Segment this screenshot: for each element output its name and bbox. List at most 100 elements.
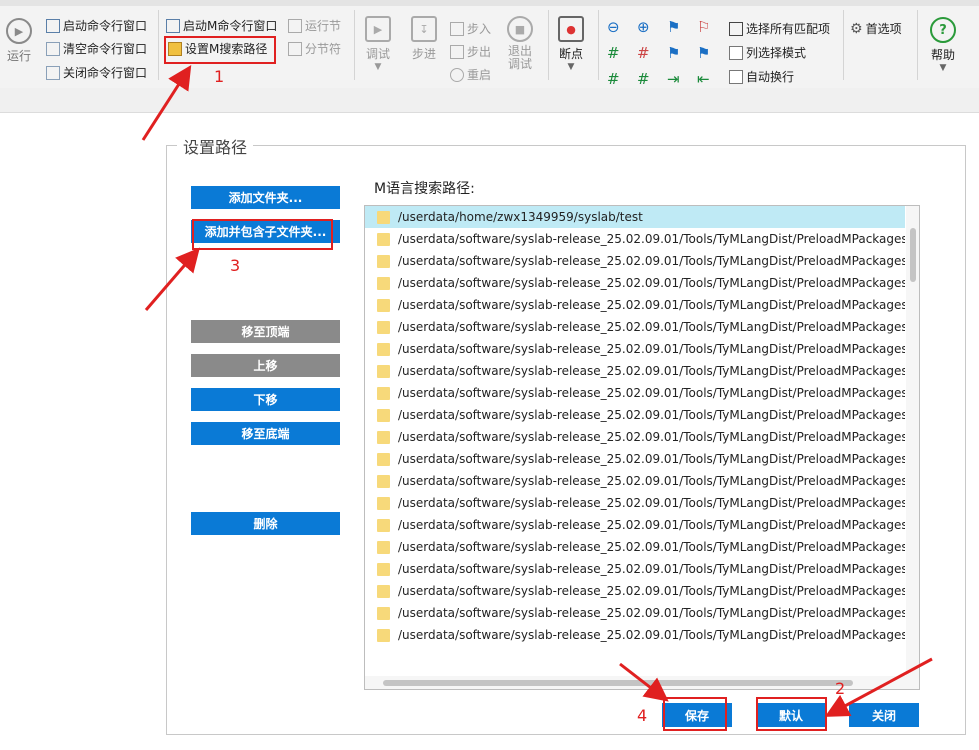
ribbon-separator [843, 10, 844, 80]
path-list-row[interactable]: /userdata/software/syslab-release_25.02.… [365, 580, 905, 602]
step-button[interactable]: ↧ 步进 [411, 16, 437, 62]
move-bottom-button[interactable]: 移至底端 [191, 422, 340, 445]
close-button[interactable]: 关闭 [849, 703, 919, 727]
folder-icon [377, 408, 390, 422]
run-label: 运行 [6, 49, 31, 63]
path-list-row[interactable]: /userdata/software/syslab-release_25.02.… [365, 382, 905, 404]
debug-icon: ▶ [365, 16, 391, 42]
auto-wrap-label: 自动换行 [746, 70, 795, 84]
prev-bookmark-icon[interactable]: ⚑ [667, 44, 697, 62]
folder-icon [377, 342, 390, 356]
close-terminal-icon [46, 65, 60, 80]
debug-button[interactable]: ▶ 调试 ▼ [365, 16, 391, 72]
ribbon-collapsed-band [0, 88, 979, 113]
clear-bookmark-icon[interactable]: ⚐ [697, 18, 727, 36]
preferences-button[interactable]: ⚙ 首选项 [850, 20, 902, 37]
forward-icon[interactable]: ⊕ [637, 18, 667, 36]
help-button[interactable]: ? 帮助 ▼ [930, 17, 956, 73]
path-text: /userdata/software/syslab-release_25.02.… [398, 452, 905, 466]
path-list-row[interactable]: /userdata/software/syslab-release_25.02.… [365, 624, 905, 646]
path-list-row[interactable]: /userdata/software/syslab-release_25.02.… [365, 470, 905, 492]
auto-wrap-checkbox[interactable]: 自动换行 [729, 68, 794, 85]
path-text: /userdata/software/syslab-release_25.02.… [398, 474, 905, 488]
section-break-button[interactable]: 分节符 [288, 40, 341, 57]
terminal-icon [46, 18, 60, 33]
folder-icon [377, 628, 390, 642]
path-text: /userdata/software/syslab-release_25.02.… [398, 320, 905, 334]
move-top-button[interactable]: 移至顶端 [191, 320, 340, 343]
clear-cmd-button[interactable]: 清空命令行窗口 [46, 40, 147, 57]
path-list-row[interactable]: /userdata/software/syslab-release_25.02.… [365, 316, 905, 338]
path-list-row[interactable]: /userdata/software/syslab-release_25.02.… [365, 536, 905, 558]
path-list-row[interactable]: /userdata/home/zwx1349959/syslab/test [365, 206, 905, 228]
run-section-icon [288, 18, 302, 33]
add-folder-button[interactable]: 添加文件夹... [191, 186, 340, 209]
vertical-scrollbar[interactable] [906, 206, 919, 676]
move-down-button[interactable]: 下移 [191, 388, 340, 411]
bookmark-icon[interactable]: ⚑ [667, 18, 697, 36]
search-path-list[interactable]: /userdata/software/syslab-release_25.02.… [364, 205, 920, 690]
step-icon: ↧ [411, 16, 437, 42]
path-list-row[interactable]: /userdata/software/syslab-release_25.02.… [365, 250, 905, 272]
folder-icon [377, 386, 390, 400]
delete-button[interactable]: 删除 [191, 512, 340, 535]
back-icon[interactable]: ⊖ [607, 18, 637, 36]
path-list-row[interactable]: /userdata/software/syslab-release_25.02.… [365, 448, 905, 470]
move-up-button[interactable]: 上移 [191, 354, 340, 377]
breakpoint-icon: ● [558, 16, 584, 42]
folder-icon [377, 320, 390, 334]
column-mode-checkbox[interactable]: 列选择模式 [729, 44, 806, 61]
close-cmd-label: 关闭命令行窗口 [63, 66, 148, 80]
folder-icon [377, 430, 390, 444]
breakpoint-button[interactable]: ● 断点 ▼ [558, 16, 584, 72]
path-list-row[interactable]: /userdata/software/syslab-release_25.02.… [365, 338, 905, 360]
path-list-row[interactable]: /userdata/software/syslab-release_25.02.… [365, 558, 905, 580]
preferences-label: 首选项 [865, 22, 902, 36]
folder-icon [377, 452, 390, 466]
exit-debug-button[interactable]: ■ 退出 调试 [507, 16, 533, 71]
path-list-row[interactable]: /userdata/software/syslab-release_25.02.… [365, 228, 905, 250]
close-cmd-button[interactable]: 关闭命令行窗口 [46, 64, 147, 81]
path-list-row[interactable]: /userdata/software/syslab-release_25.02.… [365, 272, 905, 294]
step-in-icon [450, 21, 464, 36]
checkbox-icon [729, 69, 743, 84]
path-text: /userdata/software/syslab-release_25.02.… [398, 254, 905, 268]
folder-icon [377, 364, 390, 378]
vertical-scroll-thumb[interactable] [910, 228, 916, 282]
path-list-row[interactable]: /userdata/software/syslab-release_25.02.… [365, 492, 905, 514]
select-all-matches-button[interactable]: 选择所有匹配项 [729, 20, 830, 37]
path-list-row[interactable]: /userdata/software/syslab-release_25.02.… [365, 360, 905, 382]
step-in-button[interactable]: 步入 [450, 20, 491, 37]
remove-comment-icon[interactable]: # [637, 70, 667, 88]
help-label: 帮助 [930, 48, 955, 62]
ribbon-separator [158, 10, 159, 80]
start-cmd-button[interactable]: 启动命令行窗口 [46, 17, 147, 34]
restart-button[interactable]: 重启 [450, 66, 491, 83]
horizontal-scroll-thumb[interactable] [383, 680, 853, 686]
navigation-icon-grid: ⊖ ⊕ ⚑ ⚐ # # ⚑ ⚑ # # ⇥ ⇤ [607, 18, 727, 88]
play-icon: ▶ [6, 18, 32, 44]
search-path-label: M语言搜索路径: [374, 181, 475, 197]
chevron-down-icon: ▼ [374, 62, 382, 72]
restart-label: 重启 [467, 68, 492, 82]
path-list-row[interactable]: /userdata/software/syslab-release_25.02.… [365, 404, 905, 426]
toggle-comment-icon[interactable]: # [607, 70, 637, 88]
path-list-row[interactable]: /userdata/software/syslab-release_25.02.… [365, 514, 905, 536]
indent-icon[interactable]: ⇥ [667, 70, 697, 88]
step-out-button[interactable]: 步出 [450, 43, 491, 60]
step-label: 步进 [411, 47, 436, 61]
path-list-row[interactable]: /userdata/software/syslab-release_25.02.… [365, 294, 905, 316]
next-bookmark-icon[interactable]: ⚑ [697, 44, 727, 62]
start-m-cmd-button[interactable]: 启动M命令行窗口 [166, 17, 277, 34]
comment-icon[interactable]: # [607, 44, 637, 62]
path-list-row[interactable]: /userdata/software/syslab-release_25.02.… [365, 602, 905, 624]
run-button[interactable]: ▶ 运行 [6, 18, 32, 64]
uncomment-icon[interactable]: # [637, 44, 667, 62]
step-out-icon [450, 44, 464, 59]
folder-icon [377, 606, 390, 620]
section-break-label: 分节符 [305, 42, 342, 56]
outdent-icon[interactable]: ⇤ [697, 70, 727, 88]
ribbon-separator [354, 10, 355, 80]
path-list-row[interactable]: /userdata/software/syslab-release_25.02.… [365, 426, 905, 448]
run-section-button[interactable]: 运行节 [288, 17, 341, 34]
